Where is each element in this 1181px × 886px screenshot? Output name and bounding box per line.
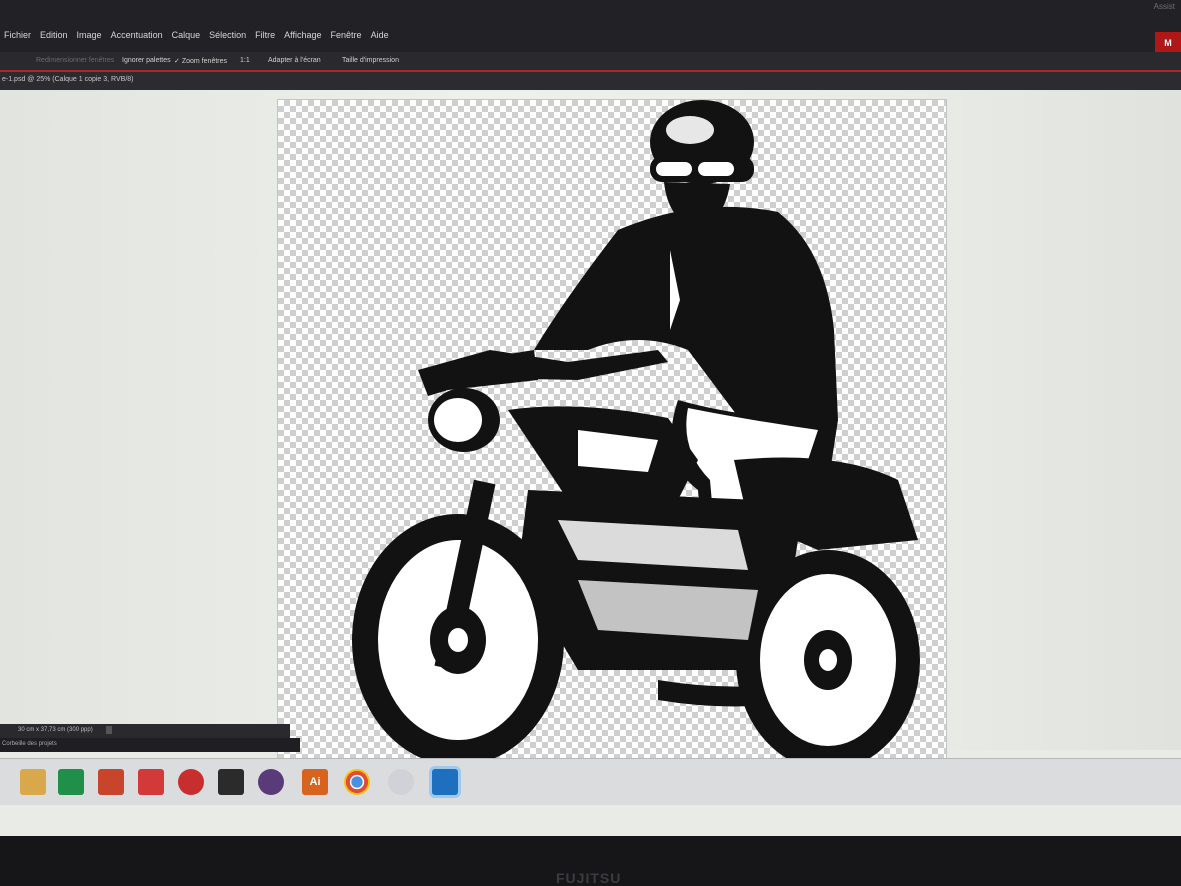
photo-app-icon[interactable] [218, 769, 244, 795]
illustrator-icon[interactable]: Ai [302, 769, 328, 795]
menu-affichage[interactable]: Affichage [284, 30, 321, 40]
zoom-windows-label: Zoom fenêtres [181, 58, 228, 65]
brand-logo: FUJITSU [556, 870, 622, 886]
project-bin-label: Corbeille des projets [2, 741, 57, 747]
camera-raw-icon[interactable] [258, 769, 284, 795]
menu-calque[interactable]: Calque [172, 30, 201, 40]
status-bar: 30 cm x 37,73 cm (300 ppp) [0, 724, 290, 738]
excel-icon[interactable] [58, 769, 84, 795]
chrome-icon[interactable] [344, 769, 370, 795]
document-title: e-1.psd @ 25% (Calque 1 copie 3, RVB/8) [2, 76, 134, 83]
tool-options-bar: Redimensionner fenêtres Ignorer palettes… [0, 52, 1181, 72]
one-to-one-button[interactable]: 1:1 [240, 57, 250, 64]
zoom-windows-option[interactable]: ✓ Zoom fenêtres [174, 57, 227, 65]
file-explorer-icon[interactable] [20, 769, 46, 795]
image-canvas[interactable] [278, 100, 946, 770]
status-arrow-icon[interactable] [106, 726, 112, 734]
menu-bar: Assist Fichier Edition Image Accentuatio… [0, 0, 1181, 54]
monitor-bezel: FUJITSU [0, 836, 1181, 886]
menu-accentuation[interactable]: Accentuation [111, 30, 163, 40]
camera-icon[interactable] [432, 769, 458, 795]
tools-icon[interactable] [178, 769, 204, 795]
menu-filtre[interactable]: Filtre [255, 30, 275, 40]
print-size-button[interactable]: Taille d'impression [342, 57, 399, 64]
illustrator-label: Ai [309, 776, 321, 788]
monitor-screen: Assist Fichier Edition Image Accentuatio… [0, 0, 1181, 836]
mode-button[interactable]: M [1155, 32, 1181, 54]
menu-fenetre[interactable]: Fenêtre [331, 30, 362, 40]
checkmark-icon: ✓ [174, 58, 180, 65]
fit-screen-button[interactable]: Adapter à l'écran [268, 57, 321, 64]
assist-label[interactable]: Assist [1154, 2, 1175, 11]
media-player-icon[interactable] [138, 769, 164, 795]
menu-aide[interactable]: Aide [371, 30, 389, 40]
menu-items: Fichier Edition Image Accentuation Calqu… [4, 30, 389, 40]
menu-image[interactable]: Image [77, 30, 102, 40]
powerpoint-icon[interactable] [98, 769, 124, 795]
menu-edition[interactable]: Edition [40, 30, 68, 40]
menu-selection[interactable]: Sélection [209, 30, 246, 40]
ignore-palettes-option[interactable]: Ignorer palettes [122, 57, 171, 64]
motorcycle-rider-artwork [352, 100, 920, 770]
resize-windows-option[interactable]: Redimensionner fenêtres [36, 57, 114, 64]
project-bin-header[interactable]: Corbeille des projets [0, 738, 300, 752]
taskbar: Ai [0, 758, 1181, 805]
paint-icon[interactable] [388, 769, 414, 795]
document-size: 30 cm x 37,73 cm (300 ppp) [18, 727, 93, 733]
menu-fichier[interactable]: Fichier [4, 30, 31, 40]
document-tab[interactable]: e-1.psd @ 25% (Calque 1 copie 3, RVB/8) [0, 72, 1181, 90]
